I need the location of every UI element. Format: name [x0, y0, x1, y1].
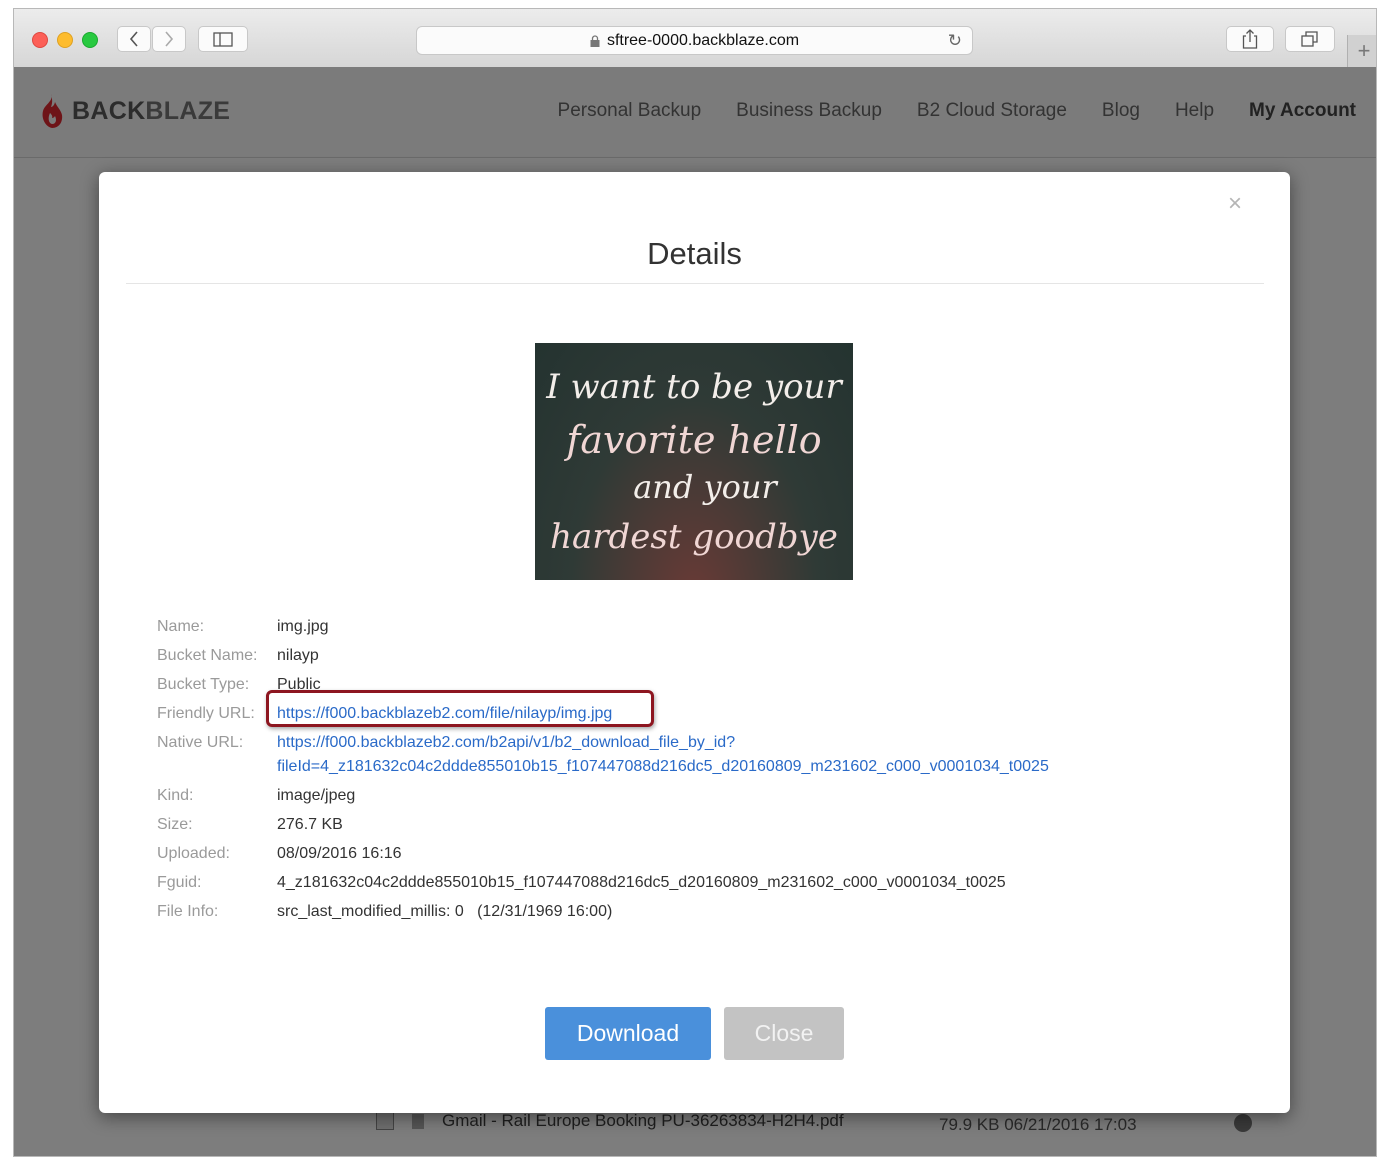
close-button[interactable]: Close [724, 1007, 844, 1060]
detail-label: Friendly URL: [157, 705, 255, 722]
flame-icon [42, 94, 63, 128]
detail-row-fguid: Fguid: 4_z181632c04c2ddde855010b15_f1074… [157, 868, 1049, 897]
backblaze-logo[interactable]: BACKBLAZE [38, 93, 230, 129]
detail-label: Fguid: [157, 874, 202, 891]
share-button[interactable] [1226, 26, 1274, 52]
row-checkbox[interactable] [376, 1112, 394, 1130]
detail-value: src_last_modified_millis: 0 (12/31/1969 … [277, 903, 613, 920]
close-window-button[interactable] [32, 32, 48, 48]
zoom-window-button[interactable] [82, 32, 98, 48]
site-nav: Personal Backup Business Backup B2 Cloud… [558, 100, 1356, 122]
detail-row-file-info: File Info: src_last_modified_millis: 0 (… [157, 897, 1049, 926]
detail-value: 08/09/2016 16:16 [277, 845, 402, 862]
detail-label: Name: [157, 618, 205, 635]
logo-text-blaze: BLAZE [145, 96, 231, 125]
info-icon[interactable] [1234, 1114, 1252, 1132]
details-modal: × Details I want to be your favorite hel… [99, 172, 1290, 1113]
chevron-right-icon [165, 31, 174, 47]
preview-line-4: hardest goodbye [550, 517, 838, 557]
native-url-line-2: fileId=4_z181632c04c2ddde855010b15_f1074… [277, 758, 1049, 775]
nav-help[interactable]: Help [1175, 100, 1214, 122]
preview-line-2: favorite hello [563, 418, 821, 462]
detail-label: Size: [157, 816, 193, 833]
tabs-icon [1301, 31, 1318, 47]
nav-blog[interactable]: Blog [1102, 100, 1140, 122]
detail-label: Bucket Type: [157, 676, 250, 693]
nav-b2-cloud-storage[interactable]: B2 Cloud Storage [917, 100, 1067, 122]
details-list: Name: img.jpg Bucket Name: nilayp Bucket… [157, 612, 1049, 926]
close-icon[interactable]: × [1228, 190, 1242, 218]
back-button[interactable] [117, 26, 151, 52]
new-tab-button[interactable]: + [1347, 35, 1376, 67]
preview-line-1: I want to be your [545, 367, 843, 407]
detail-row-size: Size: 276.7 KB [157, 810, 1049, 839]
divider [126, 283, 1264, 284]
logo-text-back: BACK [72, 96, 146, 125]
site-header: BACKBLAZE Personal Backup Business Backu… [14, 67, 1376, 158]
detail-row-kind: Kind: image/jpeg [157, 781, 1049, 810]
detail-row-bucket-name: Bucket Name: nilayp [157, 641, 1049, 670]
address-url: sftree-0000.backblaze.com [606, 31, 800, 49]
detail-label: Native URL: [157, 734, 244, 751]
download-button[interactable]: Download [545, 1007, 711, 1060]
detail-label: Kind: [157, 787, 194, 804]
sidebar-icon [213, 31, 233, 47]
native-url-line-1: https://f000.backblazeb2.com/b2api/v1/b2… [277, 734, 736, 751]
detail-value: 276.7 KB [277, 816, 343, 833]
sidebar-button[interactable] [198, 26, 248, 52]
friendly-url-highlight [266, 690, 654, 727]
detail-value: img.jpg [277, 618, 329, 635]
detail-row-name: Name: img.jpg [157, 612, 1049, 641]
document-icon [412, 1113, 424, 1129]
modal-title: Details [647, 235, 742, 271]
row-filename: Gmail - Rail Europe Booking PU-36263834-… [442, 1111, 844, 1130]
detail-label: File Info: [157, 903, 219, 920]
detail-row-uploaded: Uploaded: 08/09/2016 16:16 [157, 839, 1049, 868]
address-bar[interactable]: sftree-0000.backblaze.com ↻ [416, 26, 973, 55]
share-icon [1242, 29, 1258, 49]
native-url-link[interactable]: https://f000.backblazeb2.com/b2api/v1/b2… [277, 728, 1049, 781]
reload-icon[interactable]: ↻ [948, 31, 962, 51]
detail-row-native-url: Native URL: https://f000.backblazeb2.com… [157, 728, 1049, 781]
background-file-row: Gmail - Rail Europe Booking PU-36263834-… [376, 1111, 844, 1131]
detail-label: Bucket Name: [157, 647, 258, 664]
row-meta: 79.9 KB 06/21/2016 17:03 [939, 1115, 1137, 1134]
preview-line-3: and your [633, 468, 778, 506]
detail-value: image/jpeg [277, 787, 356, 804]
minimize-window-button[interactable] [57, 32, 73, 48]
nav-personal-backup[interactable]: Personal Backup [558, 100, 702, 122]
lock-icon [590, 34, 600, 47]
detail-label: Uploaded: [157, 845, 230, 862]
nav-business-backup[interactable]: Business Backup [736, 100, 882, 122]
nav-my-account[interactable]: My Account [1249, 100, 1356, 122]
tabs-overview-button[interactable] [1285, 26, 1335, 52]
chevron-left-icon [129, 31, 138, 47]
browser-toolbar: sftree-0000.backblaze.com ↻ + [14, 9, 1376, 68]
detail-value: nilayp [277, 647, 319, 664]
forward-button[interactable] [152, 26, 186, 52]
preview-svg: I want to be your favorite hello and you… [545, 367, 843, 557]
detail-value: 4_z181632c04c2ddde855010b15_f107447088d2… [277, 874, 1006, 891]
image-preview: I want to be your favorite hello and you… [535, 343, 853, 580]
